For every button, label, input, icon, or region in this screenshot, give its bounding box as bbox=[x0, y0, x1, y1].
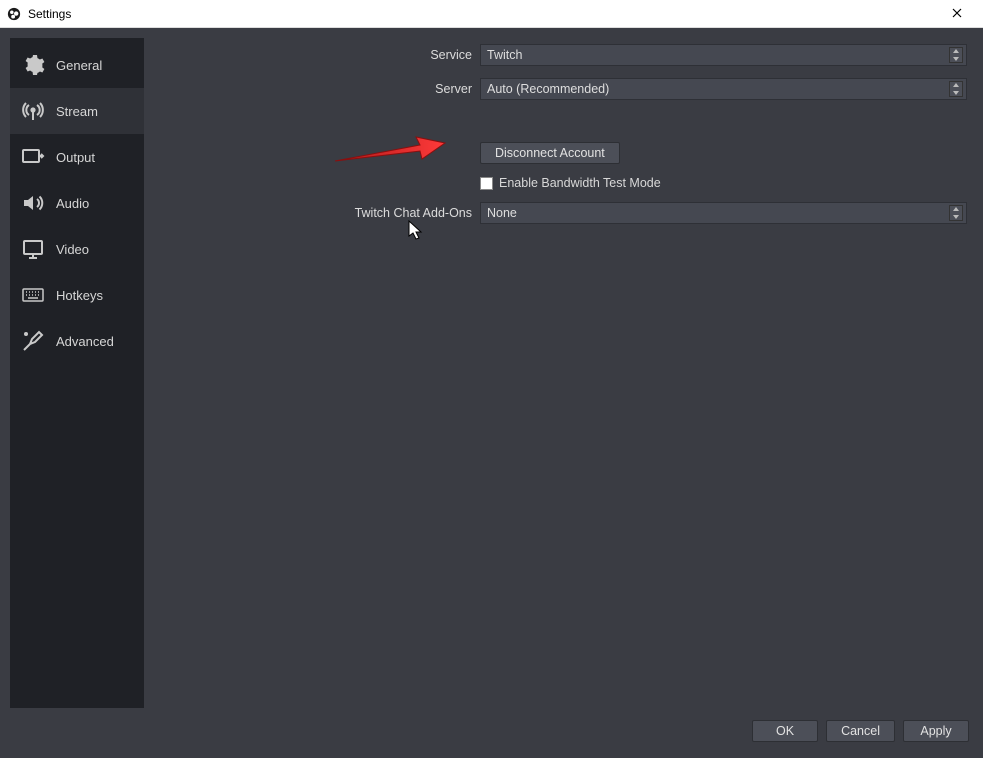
chat-addons-row: Twitch Chat Add-Ons None bbox=[150, 202, 967, 224]
chat-addons-select[interactable]: None bbox=[480, 202, 967, 224]
bandwidth-test-row: Enable Bandwidth Test Mode bbox=[150, 176, 967, 190]
server-label: Server bbox=[150, 82, 480, 96]
service-label: Service bbox=[150, 48, 480, 62]
speaker-icon bbox=[20, 190, 46, 216]
main-panel: Service Twitch Server bbox=[150, 38, 973, 708]
output-icon bbox=[20, 144, 46, 170]
spinner-icon[interactable] bbox=[949, 47, 963, 63]
service-value: Twitch bbox=[487, 48, 522, 62]
gear-icon bbox=[20, 52, 46, 78]
close-button[interactable] bbox=[937, 5, 977, 23]
bandwidth-test-label: Enable Bandwidth Test Mode bbox=[499, 176, 661, 190]
sidebar-item-stream[interactable]: Stream bbox=[10, 88, 144, 134]
sidebar-item-label: Audio bbox=[56, 196, 89, 211]
bandwidth-test-checkbox-row[interactable]: Enable Bandwidth Test Mode bbox=[480, 176, 967, 190]
content-area: General Stream Output bbox=[4, 32, 979, 714]
chat-addons-label: Twitch Chat Add-Ons bbox=[150, 206, 480, 220]
disconnect-account-button[interactable]: Disconnect Account bbox=[480, 142, 620, 164]
sidebar-item-output[interactable]: Output bbox=[10, 134, 144, 180]
sidebar-item-video[interactable]: Video bbox=[10, 226, 144, 272]
bandwidth-test-checkbox[interactable] bbox=[480, 177, 493, 190]
chat-addons-value: None bbox=[487, 206, 517, 220]
sidebar-item-label: General bbox=[56, 58, 102, 73]
server-row: Server Auto (Recommended) bbox=[150, 78, 967, 100]
sidebar-item-label: Video bbox=[56, 242, 89, 257]
settings-window: Settings General Stream bbox=[0, 0, 983, 758]
keyboard-icon bbox=[20, 282, 46, 308]
antenna-icon bbox=[20, 98, 46, 124]
tools-icon bbox=[20, 328, 46, 354]
titlebar: Settings bbox=[0, 0, 983, 28]
window-title: Settings bbox=[28, 7, 937, 21]
sidebar-item-general[interactable]: General bbox=[10, 42, 144, 88]
ok-button[interactable]: OK bbox=[752, 720, 818, 742]
sidebar-item-label: Stream bbox=[56, 104, 98, 119]
window-body: General Stream Output bbox=[0, 28, 983, 758]
server-select[interactable]: Auto (Recommended) bbox=[480, 78, 967, 100]
sidebar-item-label: Hotkeys bbox=[56, 288, 103, 303]
sidebar-item-audio[interactable]: Audio bbox=[10, 180, 144, 226]
spinner-icon[interactable] bbox=[949, 205, 963, 221]
disconnect-row: Disconnect Account bbox=[150, 142, 967, 164]
sidebar: General Stream Output bbox=[10, 38, 144, 708]
service-select[interactable]: Twitch bbox=[480, 44, 967, 66]
service-row: Service Twitch bbox=[150, 44, 967, 66]
spinner-icon[interactable] bbox=[949, 81, 963, 97]
sidebar-item-label: Output bbox=[56, 150, 95, 165]
apply-button[interactable]: Apply bbox=[903, 720, 969, 742]
server-value: Auto (Recommended) bbox=[487, 82, 609, 96]
app-icon bbox=[6, 6, 22, 22]
footer-buttons: OK Cancel Apply bbox=[4, 714, 979, 754]
monitor-icon bbox=[20, 236, 46, 262]
cancel-button[interactable]: Cancel bbox=[826, 720, 895, 742]
sidebar-item-hotkeys[interactable]: Hotkeys bbox=[10, 272, 144, 318]
sidebar-item-advanced[interactable]: Advanced bbox=[10, 318, 144, 364]
sidebar-item-label: Advanced bbox=[56, 334, 114, 349]
